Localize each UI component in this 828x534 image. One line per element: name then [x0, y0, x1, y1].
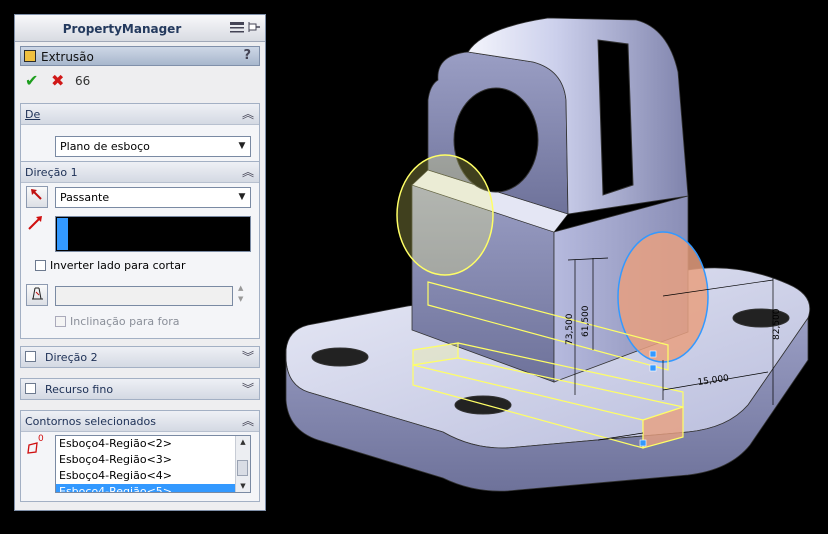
cancel-button[interactable]: ✖ [51, 71, 64, 90]
feature-header: Extrusão ? [20, 46, 260, 66]
group-direcao1: Direção 1 ︽ Passante ▼ Inverter lado par… [20, 161, 260, 339]
sketch-point[interactable] [649, 350, 657, 358]
list-item[interactable]: Esboço4-Região<5> [56, 484, 250, 492]
group-recurso-fino-header[interactable]: Recurso fino ︾ [21, 379, 259, 399]
scroll-down-icon[interactable]: ▼ [236, 480, 250, 492]
collapse-chevron-icon[interactable]: ︽ [242, 163, 254, 180]
list-item[interactable]: Esboço4-Região<4> [56, 468, 250, 484]
dropdown-arrow-icon: ▼ [238, 192, 246, 202]
end-condition-value: Passante [60, 191, 110, 204]
base-hole [311, 347, 369, 367]
reverse-direction-icon [31, 189, 42, 200]
flip-side-checkbox[interactable] [35, 260, 46, 271]
selector-count: 0 [38, 434, 44, 444]
group-de-label: De [25, 108, 41, 121]
start-condition-value: Plano de esboço [60, 140, 150, 153]
expand-chevron-icon[interactable]: ︾ [242, 380, 254, 397]
scroll-up-icon[interactable]: ▲ [236, 436, 250, 448]
scroll-thumb[interactable] [237, 460, 248, 476]
dropdown-arrow-icon: ▼ [238, 141, 246, 151]
extrude-preview-circle [617, 231, 709, 363]
dimension-label[interactable]: 82,500 [772, 308, 782, 340]
help-button[interactable]: ? [243, 48, 251, 63]
property-manager-title-bar: PropertyManager [15, 15, 265, 42]
recurso-fino-checkbox[interactable] [25, 383, 36, 394]
reverse-direction-button[interactable] [26, 186, 48, 208]
group-recurso-fino: Recurso fino ︾ [20, 378, 260, 400]
preview-button[interactable]: 66 [75, 74, 90, 88]
direction-reference-field[interactable] [55, 216, 251, 252]
sketch-point[interactable] [639, 439, 647, 447]
group-direcao1-label: Direção 1 [25, 166, 78, 179]
group-de-header[interactable]: De ︽ [21, 104, 259, 125]
selected-contours-list[interactable]: Esboço4-Região<2> Esboço4-Região<3> Esbo… [55, 435, 251, 493]
group-direcao2: Direção 2 ︾ [20, 346, 260, 368]
group-direcao1-header[interactable]: Direção 1 ︽ [21, 162, 259, 183]
spinner-down-icon[interactable]: ▼ [238, 295, 243, 303]
draft-icon [32, 287, 43, 300]
list-item[interactable]: Esboço4-Região<3> [56, 452, 250, 468]
property-manager-panel: PropertyManager Extrusão ? ✔ ✖ 66 De ︽ P… [14, 14, 266, 511]
draft-toggle-button[interactable] [26, 284, 48, 306]
sketch-circle-left [396, 154, 494, 276]
sketch-point[interactable] [649, 364, 657, 372]
collapse-chevron-icon[interactable]: ︽ [242, 105, 254, 122]
ok-button[interactable]: ✔ [25, 71, 38, 90]
list-item[interactable]: Esboço4-Região<2> [56, 436, 250, 452]
list-scrollbar[interactable]: ▲ ▼ [235, 436, 250, 492]
collapse-chevron-icon[interactable]: ︽ [242, 412, 254, 429]
expand-chevron-icon[interactable]: ︾ [242, 348, 254, 365]
flip-side-label: Inverter lado para cortar [50, 259, 186, 272]
group-de: De ︽ Plano de esboço ▼ [20, 103, 260, 165]
field-selection-highlight [57, 218, 68, 250]
draft-outward-label: Inclinação para fora [70, 315, 180, 328]
group-direcao2-label: Direção 2 [45, 351, 98, 364]
group-contornos-header[interactable]: Contornos selecionados ︽ [21, 411, 259, 432]
feature-name: Extrusão [41, 50, 94, 64]
end-condition-select[interactable]: Passante ▼ [55, 187, 251, 208]
action-buttons: ✔ ✖ 66 [21, 71, 111, 93]
pin-icon[interactable] [247, 21, 261, 38]
group-contornos: Contornos selecionados ︽ 0 Esboço4-Regiã… [20, 410, 260, 502]
extrude-feature-icon [24, 50, 36, 62]
group-direcao2-header[interactable]: Direção 2 ︾ [21, 347, 259, 367]
graphics-viewport[interactable]: 73,500 61,500 82,500 15,000 [268, 0, 828, 531]
spinner-up-icon[interactable]: ▲ [238, 284, 243, 292]
start-condition-select[interactable]: Plano de esboço ▼ [55, 136, 251, 157]
panel-title: PropertyManager [62, 22, 182, 36]
group-contornos-label: Contornos selecionados [25, 415, 156, 428]
dimension-label[interactable]: 73,500 [565, 313, 575, 345]
expand-panel-icon[interactable] [229, 21, 245, 38]
direction-arrow-icon [27, 214, 45, 235]
dimension-label[interactable]: 61,500 [581, 305, 591, 337]
group-recurso-fino-label: Recurso fino [45, 383, 114, 396]
direcao2-checkbox[interactable] [25, 351, 36, 362]
upright-slot [597, 39, 634, 196]
draft-angle-input[interactable] [55, 286, 233, 306]
draft-outward-checkbox[interactable] [55, 316, 66, 327]
